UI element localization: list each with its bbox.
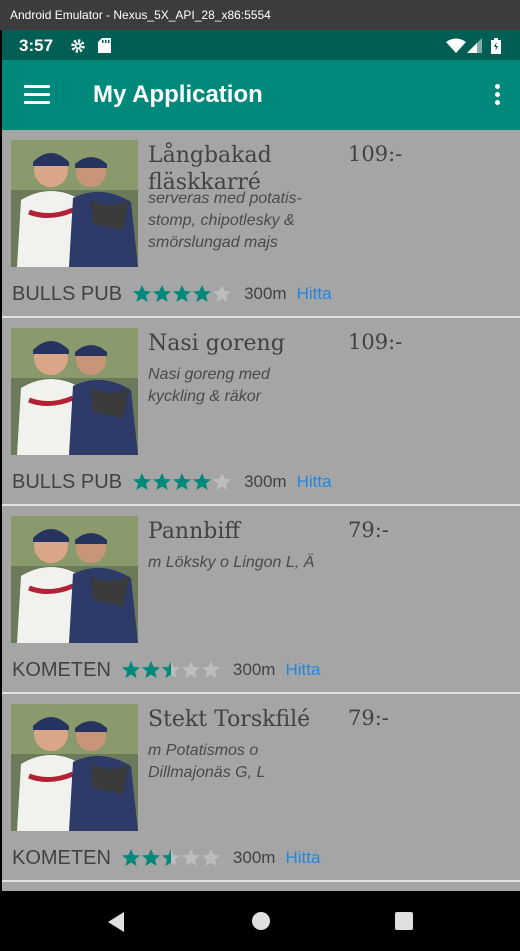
navigation-bar	[2, 891, 520, 951]
status-time: 3:57	[19, 36, 54, 55]
hamburger-menu-icon[interactable]	[24, 85, 50, 105]
dish-price: 109:-	[348, 330, 403, 354]
star-icon	[213, 285, 232, 302]
star-icon	[213, 473, 232, 490]
app-toolbar: My Application	[2, 60, 520, 130]
dish-image	[11, 140, 138, 267]
find-link[interactable]: Hitta	[285, 848, 320, 868]
item-footer: BULLS PUB 300m Hitta	[12, 280, 332, 308]
back-icon[interactable]	[106, 911, 126, 933]
dish-price: 79:-	[348, 518, 389, 542]
phone-screen: 3:57 My Application Långbakad fläskkarré…	[2, 30, 520, 951]
star-icon	[193, 473, 212, 490]
distance: 300m	[232, 848, 276, 867]
restaurant-name: BULLS PUB	[12, 282, 123, 305]
app-title: My Application	[93, 81, 263, 108]
star-icon	[121, 849, 140, 866]
dish-name: Pannbiff	[148, 519, 241, 544]
find-link[interactable]: Hitta	[297, 284, 332, 304]
star-icon	[133, 473, 152, 490]
dish-price: 79:-	[348, 706, 389, 730]
item-footer: KOMETEN 300m Hitta	[12, 656, 320, 684]
star-icon	[193, 285, 212, 302]
star-icon	[181, 849, 200, 866]
star-icon	[173, 285, 192, 302]
dish-image	[11, 328, 138, 455]
signal-icon	[467, 38, 482, 53]
star-icon	[161, 849, 180, 866]
dish-list-item[interactable]: Nasi goreng 109:- Nasi goreng med kyckling…	[2, 318, 520, 506]
star-icon	[201, 849, 220, 866]
settings-icon	[71, 39, 85, 53]
dish-name: Nasi goreng	[148, 331, 285, 356]
dish-name: Stekt Torskfilé	[148, 707, 311, 732]
restaurant-name: BULLS PUB	[12, 470, 123, 493]
find-link[interactable]: Hitta	[285, 660, 320, 680]
dish-image	[11, 516, 138, 643]
star-icon	[153, 473, 172, 490]
star-icon	[141, 661, 160, 678]
item-footer: BULLS PUB 300m Hitta	[12, 468, 332, 496]
status-bar: 3:57	[2, 30, 520, 60]
dish-image	[11, 704, 138, 831]
emulator-window-title: Android Emulator - Nexus_5X_API_28_x86:5…	[0, 0, 520, 30]
dish-list-item[interactable]: Stekt Torskfilé 79:- m Potatismos o Dillma…	[2, 694, 520, 882]
star-icon	[153, 285, 172, 302]
star-icon	[133, 285, 152, 302]
dish-list-item-partial[interactable]	[2, 882, 520, 891]
star-icon	[161, 661, 180, 678]
dish-list[interactable]: Långbakad fläskkarré 109:- serveras med po…	[2, 130, 520, 891]
rating-stars	[121, 660, 221, 680]
item-footer: KOMETEN 300m Hitta	[12, 844, 320, 872]
distance: 300m	[232, 660, 276, 679]
star-icon	[121, 661, 140, 678]
rating-stars	[132, 472, 232, 492]
star-icon	[181, 661, 200, 678]
battery-icon	[491, 38, 501, 54]
star-icon	[173, 473, 192, 490]
dish-description: m Potatismos o Dillmajonäs G, L	[148, 742, 266, 781]
star-icon	[141, 849, 160, 866]
recents-icon[interactable]	[394, 911, 414, 931]
dish-price: 109:-	[348, 142, 403, 166]
dish-description: Nasi goreng med kyckling & räkor	[148, 366, 270, 405]
dish-list-item[interactable]: Långbakad fläskkarré 109:- serveras med po…	[2, 130, 520, 318]
star-icon	[201, 661, 220, 678]
dish-description: m Löksky o Lingon L, Ä	[148, 554, 315, 571]
distance: 300m	[244, 472, 287, 491]
home-icon[interactable]	[251, 911, 271, 931]
rating-stars	[121, 848, 221, 868]
dish-description: serveras med potatis-stomp, chipotlesky …	[148, 190, 302, 251]
distance: 300m	[244, 284, 287, 303]
sd-card-icon	[98, 38, 111, 53]
restaurant-name: KOMETEN	[12, 846, 111, 869]
dish-list-item[interactable]: Pannbiff 79:- m Löksky o Lingon L, Ä KOMETE…	[2, 506, 520, 694]
find-link[interactable]: Hitta	[297, 472, 332, 492]
restaurant-name: KOMETEN	[12, 658, 111, 681]
rating-stars	[132, 284, 232, 304]
overflow-menu-icon[interactable]	[492, 84, 502, 108]
wifi-icon	[446, 38, 466, 53]
